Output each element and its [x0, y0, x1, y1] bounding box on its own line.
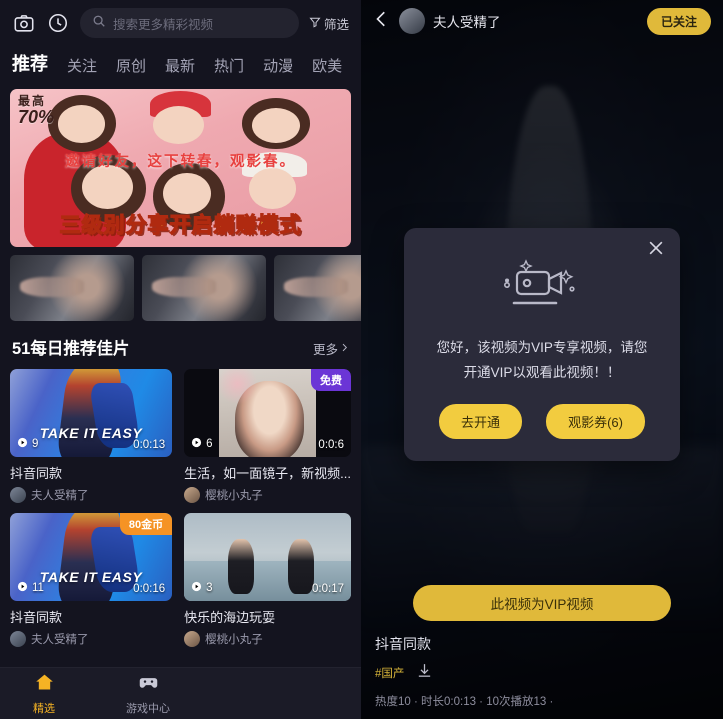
modal-message: 您好，该视频为VIP专享视频，请您 开通VIP以观看此视频！！: [424, 336, 660, 386]
author-name: 樱桃小丸子: [205, 490, 263, 502]
video-player-panel: 夫人受精了 已关注 此视频为VIP视频 抖音同款 #国产 热度10 · 时长0:…: [361, 0, 723, 719]
search-icon: [92, 14, 106, 33]
thumbnail-art-text: TAKE IT EASY: [39, 569, 143, 586]
duration-badge: 0:0:6: [318, 439, 344, 451]
vip-modal-overlay: 您好，该视频为VIP专享视频，请您 开通VIP以观看此视频！！ 去开通 观影券(…: [361, 0, 723, 719]
video-thumbnail[interactable]: 3 0:0:17: [184, 513, 351, 601]
more-button[interactable]: 更多: [313, 339, 349, 358]
thumbnail-art-text: TAKE IT EASY: [39, 425, 143, 442]
thumbnail-carousel[interactable]: [10, 255, 361, 321]
play-icon: [191, 437, 202, 451]
promo-banner[interactable]: 最高 70% 邀请好友，这下转春，观影春。 三级别分享开启躺赚模式: [10, 89, 351, 247]
carousel-thumb[interactable]: [274, 255, 361, 321]
filter-label: 筛选: [323, 17, 349, 32]
price-badge: 免费: [311, 369, 351, 391]
duration-badge: 0:0:16: [133, 583, 166, 595]
price-badge: 80金币: [119, 513, 173, 535]
category-tabs: 推荐 关注 原创 最新 热门 动漫 欧美 门: [0, 46, 361, 84]
video-title: 抖音同款: [10, 466, 63, 481]
feed-panel: 搜索更多精彩视频 筛选 推荐 关注 原创 最新 热门 动漫 欧美 门: [0, 0, 361, 719]
play-count-badge: 6: [191, 437, 213, 451]
tab-热门[interactable]: 热门: [214, 55, 244, 76]
activate-vip-button[interactable]: 去开通: [439, 403, 523, 439]
tab-推荐[interactable]: 推荐: [12, 50, 48, 76]
thumbnail-figure: [287, 539, 315, 594]
home-icon: [34, 672, 55, 698]
video-title: 快乐的海边玩耍: [184, 610, 276, 625]
banner-top-text: 最高 70%: [18, 94, 55, 127]
banner-middle-text: 邀请好友，这下转春，观影春。: [65, 154, 296, 170]
nav-label: 游戏中心: [126, 702, 170, 715]
vip-modal: 您好，该视频为VIP专享视频，请您 开通VIP以观看此视频！！ 去开通 观影券(…: [404, 228, 680, 461]
section-header: 51每日推荐佳片 更多: [0, 321, 361, 369]
duration-badge: 0:0:13: [133, 439, 166, 451]
avatar: [10, 487, 26, 503]
video-card[interactable]: 3 0:0:17 快乐的海边玩耍 樱桃小丸子: [184, 513, 351, 647]
nav-item-featured[interactable]: 精选: [18, 672, 70, 716]
section-title: 51每日推荐佳片: [12, 340, 130, 358]
funnel-icon: [309, 16, 321, 31]
avatar: [10, 631, 26, 647]
tab-欧美[interactable]: 欧美: [312, 55, 342, 76]
movie-ticket-button[interactable]: 观影券(6): [546, 403, 645, 439]
video-thumbnail[interactable]: TAKE IT EASY 80金币 11 0:0:16: [10, 513, 173, 601]
avatar: [184, 631, 201, 647]
tab-关注[interactable]: 关注: [67, 55, 97, 76]
video-author[interactable]: 夫人受精了: [10, 631, 172, 647]
thumbnail-figure: [227, 539, 255, 594]
play-count-badge: 11: [17, 581, 44, 595]
play-count-badge: 9: [17, 437, 38, 451]
avatar: [184, 487, 201, 503]
author-name: 樱桃小丸子: [205, 634, 263, 646]
gamepad-icon: [138, 672, 159, 698]
banner-bottom-text: 三级别分享开启躺赚模式: [59, 213, 302, 237]
nav-label: 精选: [33, 702, 55, 715]
video-thumbnail[interactable]: 免费 6 0:0:6: [184, 369, 351, 457]
video-author[interactable]: 樱桃小丸子: [184, 487, 351, 503]
play-icon: [17, 437, 28, 451]
app-screen: 搜索更多精彩视频 筛选 推荐 关注 原创 最新 热门 动漫 欧美 门: [0, 0, 723, 719]
play-icon: [191, 581, 202, 595]
top-bar: 搜索更多精彩视频 筛选: [0, 0, 361, 46]
video-grid: TAKE IT EASY 9 0:0:13 抖音同款 夫人受精了 免费 6 0:…: [0, 369, 361, 647]
play-count-badge: 3: [191, 581, 213, 595]
nav-item-game-center[interactable]: 游戏中心: [122, 672, 174, 716]
chevron-right-icon: [340, 342, 349, 356]
carousel-thumb[interactable]: [142, 255, 266, 321]
tab-动漫[interactable]: 动漫: [263, 55, 293, 76]
filter-button[interactable]: 筛选: [309, 14, 351, 33]
carousel-thumb[interactable]: [10, 255, 134, 321]
video-author[interactable]: 夫人受精了: [10, 487, 172, 503]
video-author[interactable]: 樱桃小丸子: [184, 631, 351, 647]
duration-badge: 0:0:17: [312, 583, 344, 595]
video-card[interactable]: TAKE IT EASY 9 0:0:13 抖音同款 夫人受精了: [10, 369, 173, 503]
thumbnail-art: [219, 369, 316, 457]
modal-message-line2: 开通VIP以观看此视频！！: [463, 364, 621, 380]
play-icon: [17, 581, 28, 595]
author-name: 夫人受精了: [31, 490, 89, 502]
search-placeholder: 搜索更多精彩视频: [113, 17, 214, 32]
bottom-navigation: 精选 游戏中心: [0, 667, 361, 719]
camera-icon[interactable]: [12, 11, 36, 35]
video-thumbnail[interactable]: TAKE IT EASY 9 0:0:13: [10, 369, 173, 457]
tab-最新[interactable]: 最新: [165, 55, 195, 76]
more-label: 更多: [312, 343, 338, 357]
video-title: 生活，如一面镜子，新视频...: [184, 466, 351, 481]
video-card[interactable]: TAKE IT EASY 80金币 11 0:0:16 抖音同款 夫人受精了: [10, 513, 173, 647]
video-camera-icon: [424, 246, 660, 332]
clock-icon[interactable]: [46, 11, 70, 35]
modal-message-line1: 您好，该视频为VIP专享视频，请您: [436, 340, 648, 355]
tab-原创[interactable]: 原创: [116, 55, 146, 76]
video-title: 抖音同款: [10, 610, 63, 625]
author-name: 夫人受精了: [31, 634, 89, 646]
search-input[interactable]: 搜索更多精彩视频: [80, 8, 299, 38]
video-card[interactable]: 免费 6 0:0:6 生活，如一面镜子，新视频... 樱桃小丸子: [184, 369, 351, 503]
modal-actions: 去开通 观影券(6): [424, 403, 660, 439]
